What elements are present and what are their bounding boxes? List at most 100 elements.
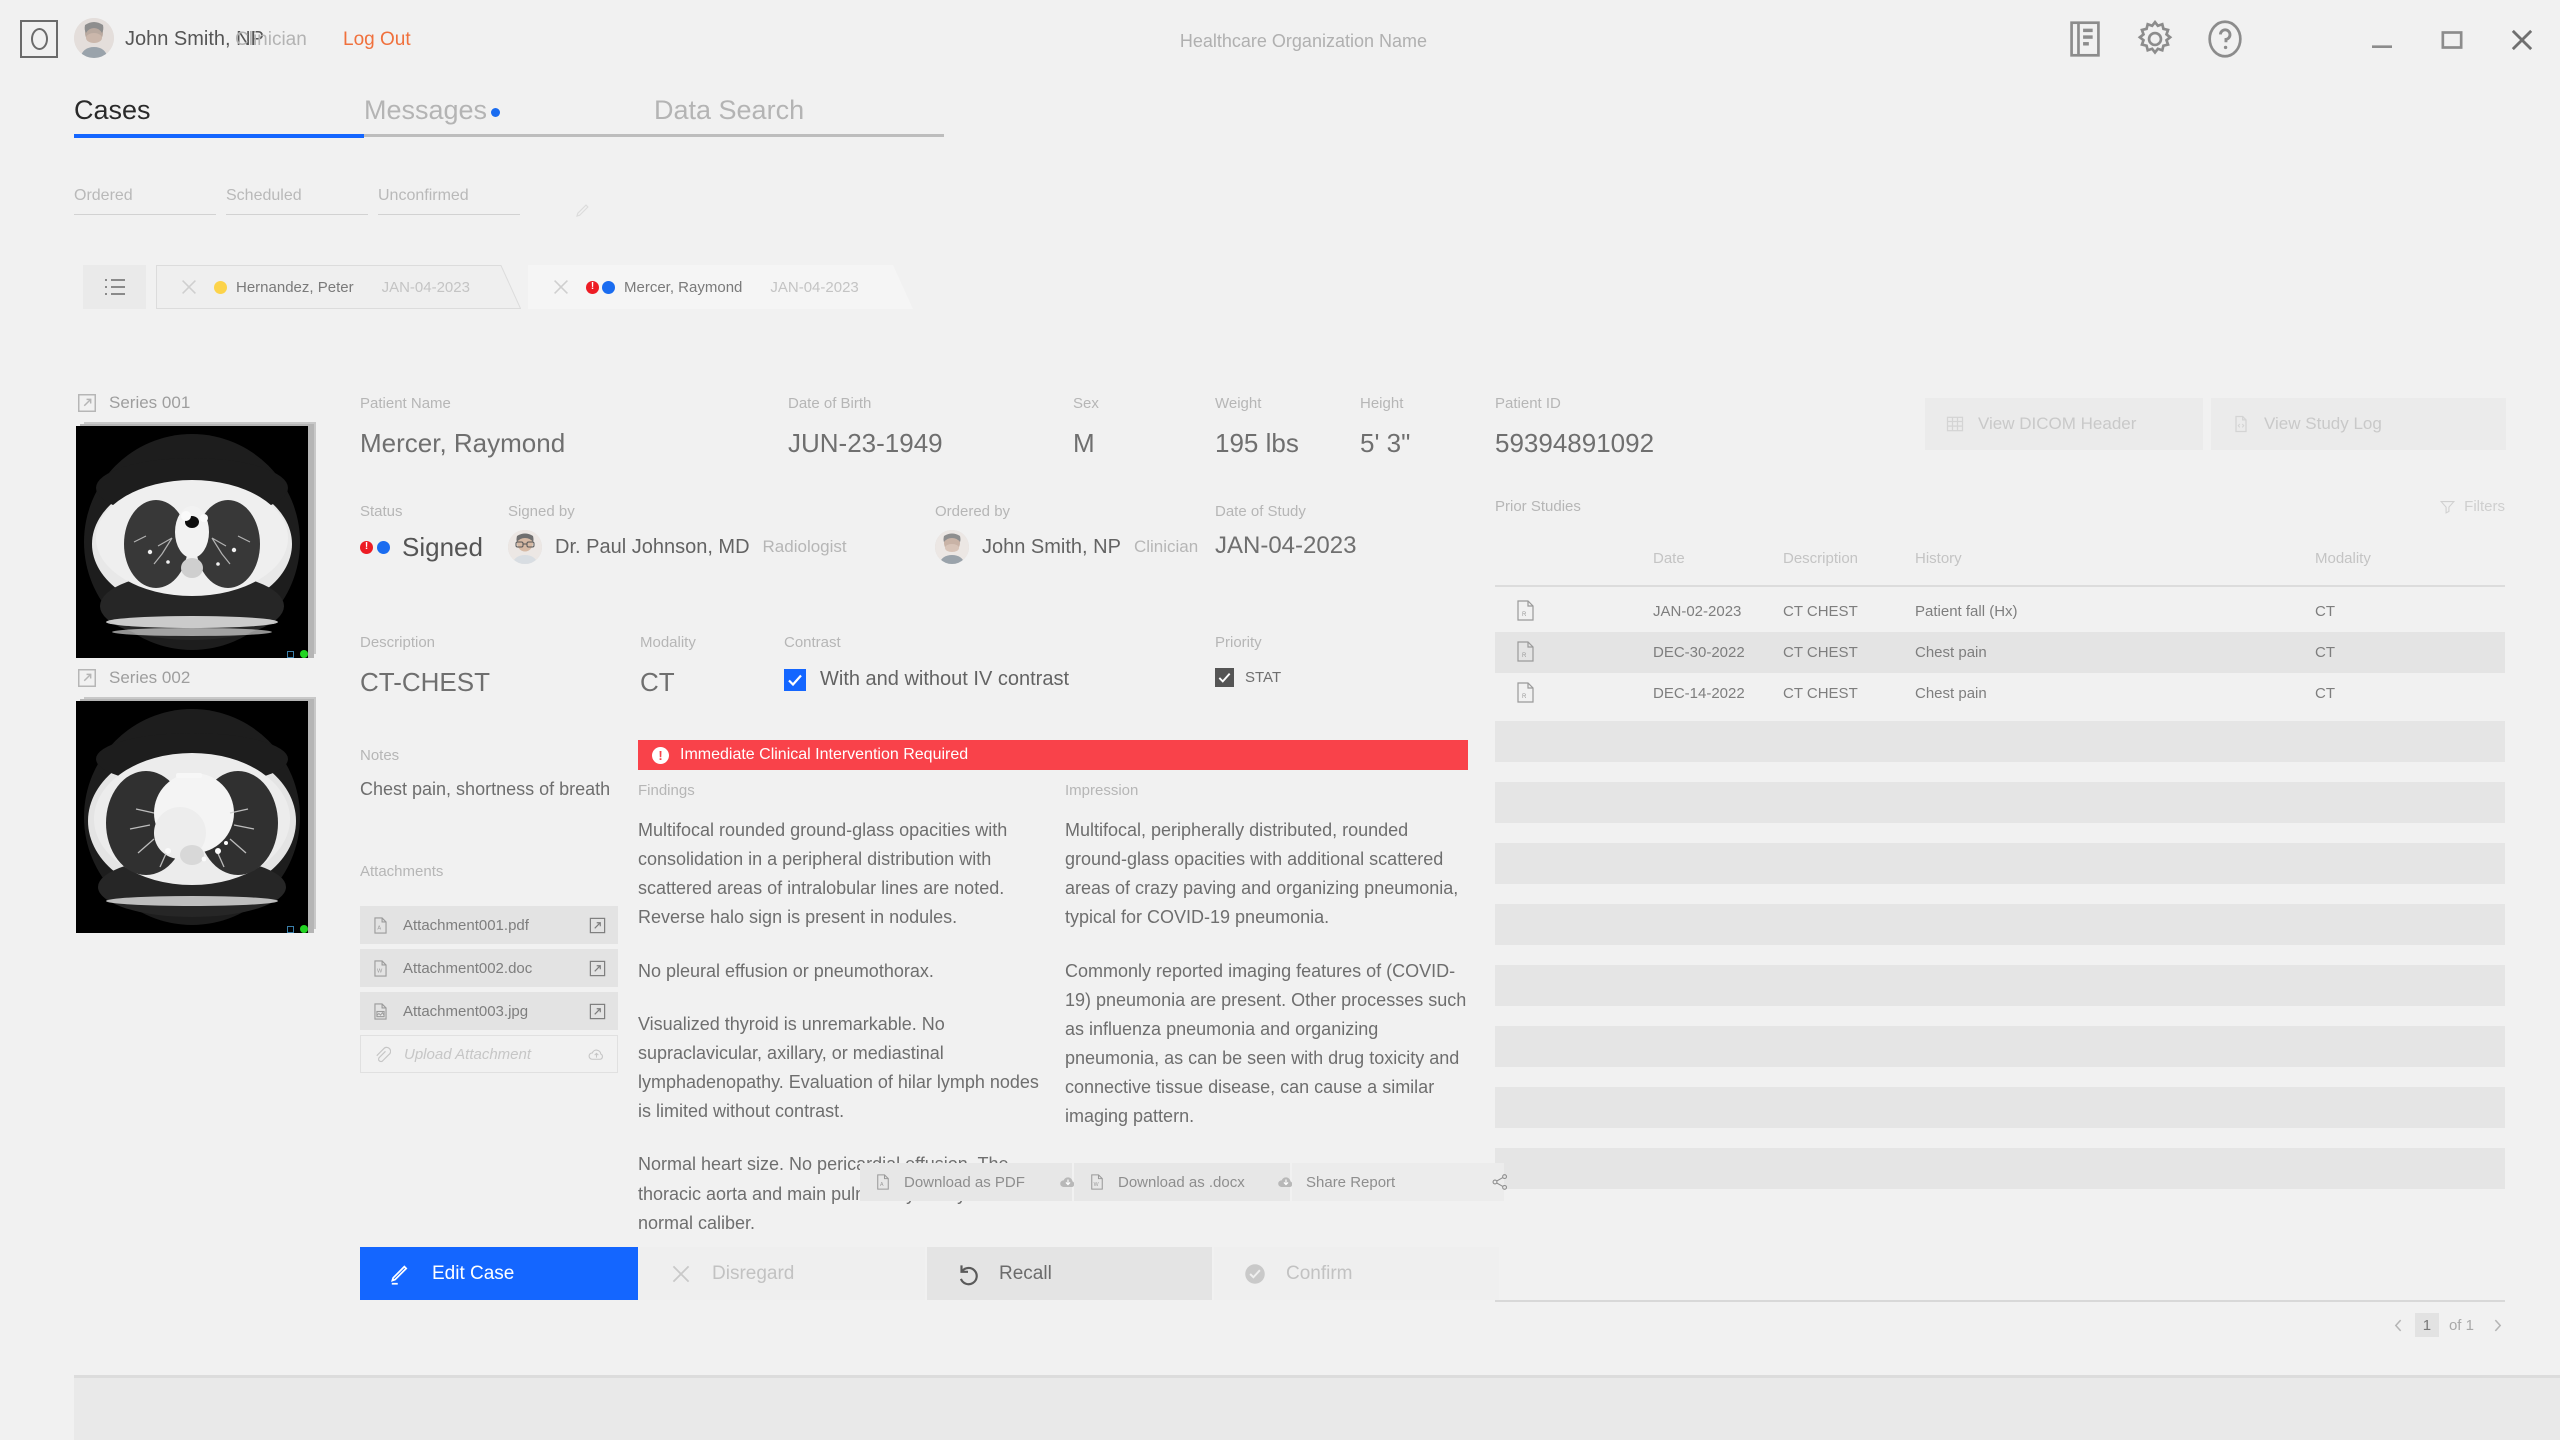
- thumbnail-marker-icon: [287, 926, 294, 933]
- field-signed-by: Signed by Dr. Paul Johnson, MD Radiologi…: [508, 503, 847, 564]
- table-row-placeholder: [1495, 721, 2505, 762]
- cell-modality: CT: [2315, 603, 2335, 620]
- table-row-placeholder: [1495, 1148, 2505, 1189]
- app-logo-icon[interactable]: [20, 20, 58, 58]
- pagination: 1 of 1: [2386, 1312, 2510, 1338]
- subtab-unconfirmed[interactable]: Unconfirmed: [378, 187, 520, 215]
- thumbnail-status-dot: [300, 650, 308, 658]
- open-external-icon[interactable]: [588, 1002, 607, 1021]
- notes-value: Chest pain, shortness of breath: [360, 779, 611, 799]
- case-list-icon[interactable]: [83, 265, 146, 309]
- help-icon[interactable]: [2202, 16, 2248, 62]
- case-tab-mercer[interactable]: Mercer, Raymond JAN-04-2023: [528, 265, 913, 309]
- recall-button[interactable]: Recall: [927, 1247, 1212, 1300]
- share-icon: [1470, 1172, 1508, 1192]
- view-dicom-header-button[interactable]: View DICOM Header: [1925, 398, 2203, 450]
- download-pdf-button[interactable]: A Download as PDF: [860, 1163, 1075, 1201]
- case-tab-hernandez[interactable]: Hernandez, Peter JAN-04-2023: [156, 265, 521, 309]
- height-label: Height: [1360, 395, 1404, 412]
- minimize-icon[interactable]: [2362, 20, 2402, 60]
- impression-label: Impression: [1065, 782, 1139, 799]
- upload-attachment-label: Upload Attachment: [404, 1045, 532, 1063]
- case-tab-date: JAN-04-2023: [770, 278, 859, 296]
- table-row-placeholder: [1495, 843, 2505, 884]
- filters-button[interactable]: Filters: [2439, 498, 2505, 515]
- upload-attachment-button[interactable]: Upload Attachment: [360, 1035, 618, 1073]
- series-001[interactable]: Series 001: [76, 392, 316, 666]
- tab-data-search[interactable]: Data Search: [654, 95, 944, 137]
- open-external-icon[interactable]: [588, 959, 607, 978]
- col-description: Description: [1783, 550, 1859, 567]
- close-case-tab-icon[interactable]: [550, 276, 572, 298]
- priority-checkbox-row[interactable]: STAT: [1215, 668, 1281, 687]
- contrast-checkbox-row[interactable]: With and without IV contrast: [784, 668, 1069, 691]
- field-weight: Weight 195 lbs: [1215, 395, 1299, 459]
- cloud-upload-icon[interactable]: [587, 1045, 606, 1064]
- edit-subtabs-icon[interactable]: [574, 201, 592, 219]
- edit-case-button[interactable]: Edit Case: [360, 1247, 638, 1300]
- tab-cases[interactable]: Cases: [74, 95, 364, 138]
- download-docx-button[interactable]: W Download as .docx: [1074, 1163, 1293, 1201]
- ordered-by-role: Clinician: [1133, 537, 1199, 556]
- confirm-button[interactable]: Confirm: [1214, 1247, 1499, 1300]
- next-page-button[interactable]: [2484, 1312, 2510, 1338]
- series-002-thumbnail[interactable]: [76, 697, 316, 941]
- book-icon[interactable]: [2062, 16, 2108, 62]
- tab-cases-label: Cases: [74, 95, 151, 125]
- close-icon[interactable]: [2502, 20, 2542, 60]
- cell-date: DEC-30-2022: [1653, 644, 1745, 661]
- table-row[interactable]: R JAN-02-2023 CT CHEST Patient fall (Hx)…: [1495, 591, 2505, 632]
- series-001-thumbnail[interactable]: [76, 422, 316, 666]
- gear-icon[interactable]: [2132, 16, 2178, 62]
- field-modality: Modality CT: [640, 634, 696, 698]
- status-label: Status: [360, 503, 403, 520]
- check-circle-icon: [1242, 1261, 1268, 1287]
- findings-paragraph-1: Multifocal rounded ground-glass opacitie…: [638, 820, 1008, 928]
- case-tab-date: JAN-04-2023: [381, 278, 470, 296]
- maximize-icon[interactable]: [2432, 20, 2472, 60]
- close-case-tab-icon[interactable]: [178, 276, 200, 298]
- pencil-icon: [388, 1261, 414, 1287]
- filters-label: Filters: [2464, 498, 2505, 515]
- expand-icon[interactable]: [76, 392, 98, 414]
- cell-description: CT CHEST: [1783, 685, 1858, 702]
- case-tab-strip: Hernandez, Peter JAN-04-2023 Mercer, Ray…: [83, 265, 2483, 309]
- tab-messages[interactable]: Messages: [364, 95, 654, 137]
- ordered-by-person: John Smith, NP Clinician: [935, 530, 1198, 564]
- field-date-of-birth: Date of Birth JUN-23-1949: [788, 395, 943, 459]
- view-study-log-button[interactable]: View Study Log: [2211, 398, 2506, 450]
- table-row-placeholder: [1495, 904, 2505, 945]
- signed-by-label: Signed by: [508, 503, 575, 520]
- table-row-placeholder: [1495, 1087, 2505, 1128]
- series-002[interactable]: Series 002: [76, 667, 316, 941]
- table-row[interactable]: R DEC-30-2022 CT CHEST Chest pain CT: [1495, 632, 2505, 673]
- subtab-scheduled[interactable]: Scheduled: [226, 187, 368, 215]
- share-report-button[interactable]: Share Report: [1292, 1163, 1508, 1201]
- prev-page-button[interactable]: [2386, 1312, 2412, 1338]
- cell-description: CT CHEST: [1783, 603, 1858, 620]
- logout-link[interactable]: Log Out: [343, 29, 411, 51]
- prior-studies-header-row: Date Description History Modality: [1495, 546, 2505, 587]
- priority-checkbox[interactable]: [1215, 668, 1234, 687]
- download-pdf-label: Download as PDF: [904, 1173, 1025, 1191]
- col-date: Date: [1653, 550, 1685, 567]
- table-row[interactable]: R DEC-14-2022 CT CHEST Chest pain CT: [1495, 673, 2505, 714]
- attachment-item-1[interactable]: A Attachment001.pdf: [360, 906, 618, 944]
- field-patient-name: Patient Name Mercer, Raymond: [360, 395, 565, 459]
- thumbnail-marker-icon: [287, 651, 294, 658]
- subtab-ordered[interactable]: Ordered: [74, 187, 216, 215]
- col-modality: Modality: [2315, 550, 2371, 567]
- sex-label: Sex: [1073, 395, 1099, 412]
- disregard-button[interactable]: Disregard: [640, 1247, 925, 1300]
- tab-data-search-label: Data Search: [654, 95, 805, 125]
- expand-icon[interactable]: [76, 667, 98, 689]
- alert-dot-icon: [586, 279, 599, 294]
- open-external-icon[interactable]: [588, 916, 607, 935]
- patient-id-label: Patient ID: [1495, 395, 1561, 412]
- svg-text:R: R: [1522, 694, 1527, 700]
- attachment-item-3[interactable]: Attachment003.jpg: [360, 992, 618, 1030]
- sex-value: M: [1073, 428, 1095, 458]
- attachment-item-2[interactable]: W Attachment002.doc: [360, 949, 618, 987]
- contrast-checkbox[interactable]: [784, 668, 806, 691]
- case-status-dots: [214, 280, 227, 294]
